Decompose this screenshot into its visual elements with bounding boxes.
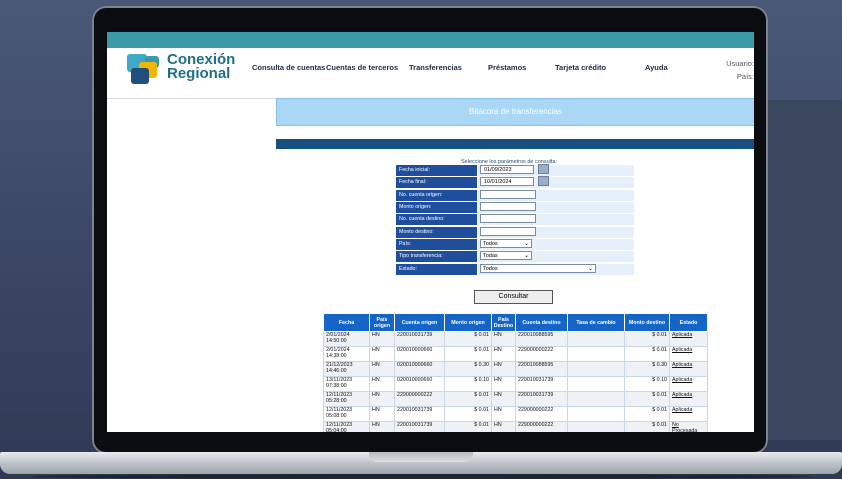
monto-origen-input[interactable] [480, 202, 536, 211]
table-row: 12/11/2023 05:04:00 HN 220010031739 $ 0.01… [323, 421, 708, 432]
row-tipo: Tipo transferencia: Todas ⌄ [396, 251, 634, 263]
fecha-inicial-label: Fecha inicial: [396, 165, 477, 176]
fecha-final-label: Fecha final: [396, 177, 477, 188]
estado-link[interactable]: Aplicada [669, 361, 708, 377]
monto-destino-label: Monto destino: [396, 227, 477, 238]
consultar-button[interactable]: Consultar [474, 290, 553, 304]
chevron-down-icon: ⌄ [523, 253, 529, 259]
pais-select[interactable]: Todos ⌄ [480, 239, 532, 248]
monto-destino-input[interactable] [480, 227, 536, 236]
nav-consulta-cuentas[interactable]: Consulta de cuentas [252, 63, 325, 72]
col-cuenta-destino: Cuenta destino [515, 313, 568, 332]
table-row: 21/12/2023 14:46:00 HN 020010000660 $ 0.30… [323, 361, 708, 377]
site-header: Conexión Regional Consulta de cuentas Cue… [107, 48, 754, 99]
cuenta-origen-label: No. cuenta origen: [396, 190, 477, 201]
laptop-notch [369, 452, 473, 462]
logo-icon[interactable] [127, 54, 163, 86]
row-pais: País: Todos ⌄ [396, 239, 634, 251]
cuenta-origen-input[interactable] [480, 190, 536, 199]
brand-name[interactable]: Conexión Regional [167, 52, 235, 81]
col-pais-origen: País origen [369, 313, 395, 332]
table-row: 2/01/2024 14:38:00 HN 020010000660 $ 0.01 … [323, 346, 708, 362]
nav-transferencias[interactable]: Transferencias [409, 63, 462, 72]
row-cuenta-destino: No. cuenta destino: [396, 214, 634, 226]
nav-prestamos[interactable]: Préstamos [488, 63, 526, 72]
col-monto-destino: Monto destino [624, 313, 670, 332]
estado-link[interactable]: Aplicada [669, 406, 708, 422]
row-estado: Estado: Todos ⌄ [396, 264, 634, 276]
page-title: Bitácora de transferencias [276, 98, 754, 126]
row-monto-origen: Monto origen: [396, 202, 634, 214]
table-row: 2/01/2024 14:50:00 HN 220010031739 $ 0.01 … [323, 331, 708, 347]
row-fecha-final: Fecha final: 10/01/2024 [396, 176, 634, 189]
user-label: Usuario: [726, 59, 754, 68]
tipo-select[interactable]: Todas ⌄ [480, 251, 532, 260]
estado-link[interactable]: Aplicada [669, 391, 708, 407]
estado-link[interactable]: Aplicada [669, 346, 708, 362]
country-label: País: [736, 72, 754, 81]
tipo-label: Tipo transferencia: [396, 251, 477, 262]
cuenta-destino-input[interactable] [480, 214, 536, 223]
table-row: 13/11/2023 07:38:00 HN 020010000660 $ 0.10… [323, 376, 708, 392]
col-fecha: Fecha [323, 313, 370, 332]
calendar-icon[interactable] [538, 164, 549, 174]
calendar-icon[interactable] [538, 176, 549, 186]
laptop-shadow [30, 474, 812, 479]
pais-label: País: [396, 239, 477, 250]
browser-screen: Conexión Regional Consulta de cuentas Cue… [107, 32, 754, 432]
col-tasa-cambio: Tasa de cambio [567, 313, 625, 332]
nav-cuentas-terceros[interactable]: Cuentas de terceros [326, 63, 398, 72]
section-band [276, 139, 754, 149]
fecha-inicial-input[interactable]: 01/09/2023 [480, 165, 534, 174]
nav-tarjeta-credito[interactable]: Tarjeta crédito [555, 63, 606, 72]
fecha-final-input[interactable]: 10/01/2024 [480, 177, 534, 186]
chevron-down-icon: ⌄ [523, 241, 529, 247]
col-monto-origen: Monto origen [444, 313, 492, 332]
table-row: 12/11/2023 05:08:00 HN 220010031739 $ 0.01… [323, 406, 708, 422]
table-header-row: Fecha País origen Cuenta origen Monto or… [323, 313, 708, 332]
row-fecha-inicial: Fecha inicial: 01/09/2023 [396, 164, 634, 177]
col-estado: Estado [669, 313, 708, 332]
row-monto-destino: Monto destino: [396, 227, 634, 239]
monto-origen-label: Monto origen: [396, 202, 477, 213]
col-cuenta-origen: Cuenta origen [394, 313, 445, 332]
chevron-down-icon: ⌄ [587, 266, 593, 272]
estado-link[interactable]: No Procesada [669, 421, 708, 432]
user-info: Usuario: País: [726, 57, 754, 83]
estado-link[interactable]: Aplicada [669, 331, 708, 347]
table-row: 12/11/2023 05:28:00 HN 229000000222 $ 0.01… [323, 391, 708, 407]
cuenta-destino-label: No. cuenta destino: [396, 214, 477, 225]
col-pais-destino: País Destino [491, 313, 516, 332]
estado-select[interactable]: Todos ⌄ [480, 264, 596, 273]
top-strip [107, 32, 754, 48]
results-table: Fecha País origen Cuenta origen Monto or… [323, 313, 708, 432]
estado-link[interactable]: Aplicada [669, 376, 708, 392]
estado-label: Estado: [396, 264, 477, 275]
nav-ayuda[interactable]: Ayuda [645, 63, 668, 72]
row-cuenta-origen: No. cuenta origen: [396, 190, 634, 202]
